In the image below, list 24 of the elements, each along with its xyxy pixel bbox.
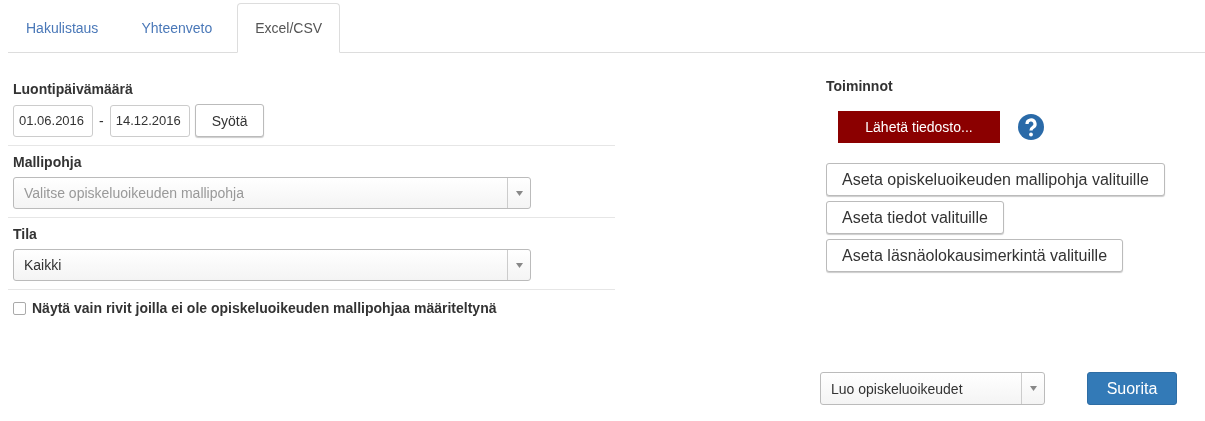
field-label: Tila — [13, 226, 38, 242]
caret-icon — [1029, 386, 1037, 391]
field-label: Luontipäivämäärä — [13, 81, 134, 97]
checkbox[interactable] — [13, 301, 26, 315]
caret-icon — [515, 262, 523, 268]
state-dropdown[interactable]: Kaikki — [13, 249, 531, 281]
tab[interactable]: Excel/CSV — [237, 3, 341, 53]
date-separator: - — [98, 112, 105, 129]
action-button[interactable]: Aseta opiskeluoikeuden mallipohja valituille — [826, 163, 1165, 196]
tab[interactable]: Hakulistaus — [8, 3, 117, 53]
action-button[interactable]: Aseta tiedot valituille — [826, 201, 1004, 234]
run-button[interactable]: Suorita — [1087, 372, 1177, 405]
submit-button[interactable]: Syötä — [194, 104, 265, 137]
action-button[interactable]: Aseta läsnäolokausimerkintä valituille — [826, 239, 1124, 272]
field-label: Mallipohja — [13, 154, 83, 170]
operation-dropdown[interactable]: Luo opiskeluoikeudet — [820, 372, 1045, 405]
date-field[interactable]: 01.06.2016 — [13, 104, 93, 137]
section-title: Toiminnot — [826, 78, 894, 94]
date-field[interactable]: 14.12.2016 — [109, 104, 190, 137]
checkbox-label: Näytä vain rivit joilla ei ole opiskeluoikeuden mallipohjaa määriteltynä — [32, 300, 497, 316]
upload-button[interactable]: Lähetä tiedosto... — [838, 111, 1000, 143]
help-icon[interactable] — [1018, 114, 1044, 140]
tab[interactable]: Yhteenveto — [123, 3, 231, 53]
caret-icon — [515, 190, 523, 196]
